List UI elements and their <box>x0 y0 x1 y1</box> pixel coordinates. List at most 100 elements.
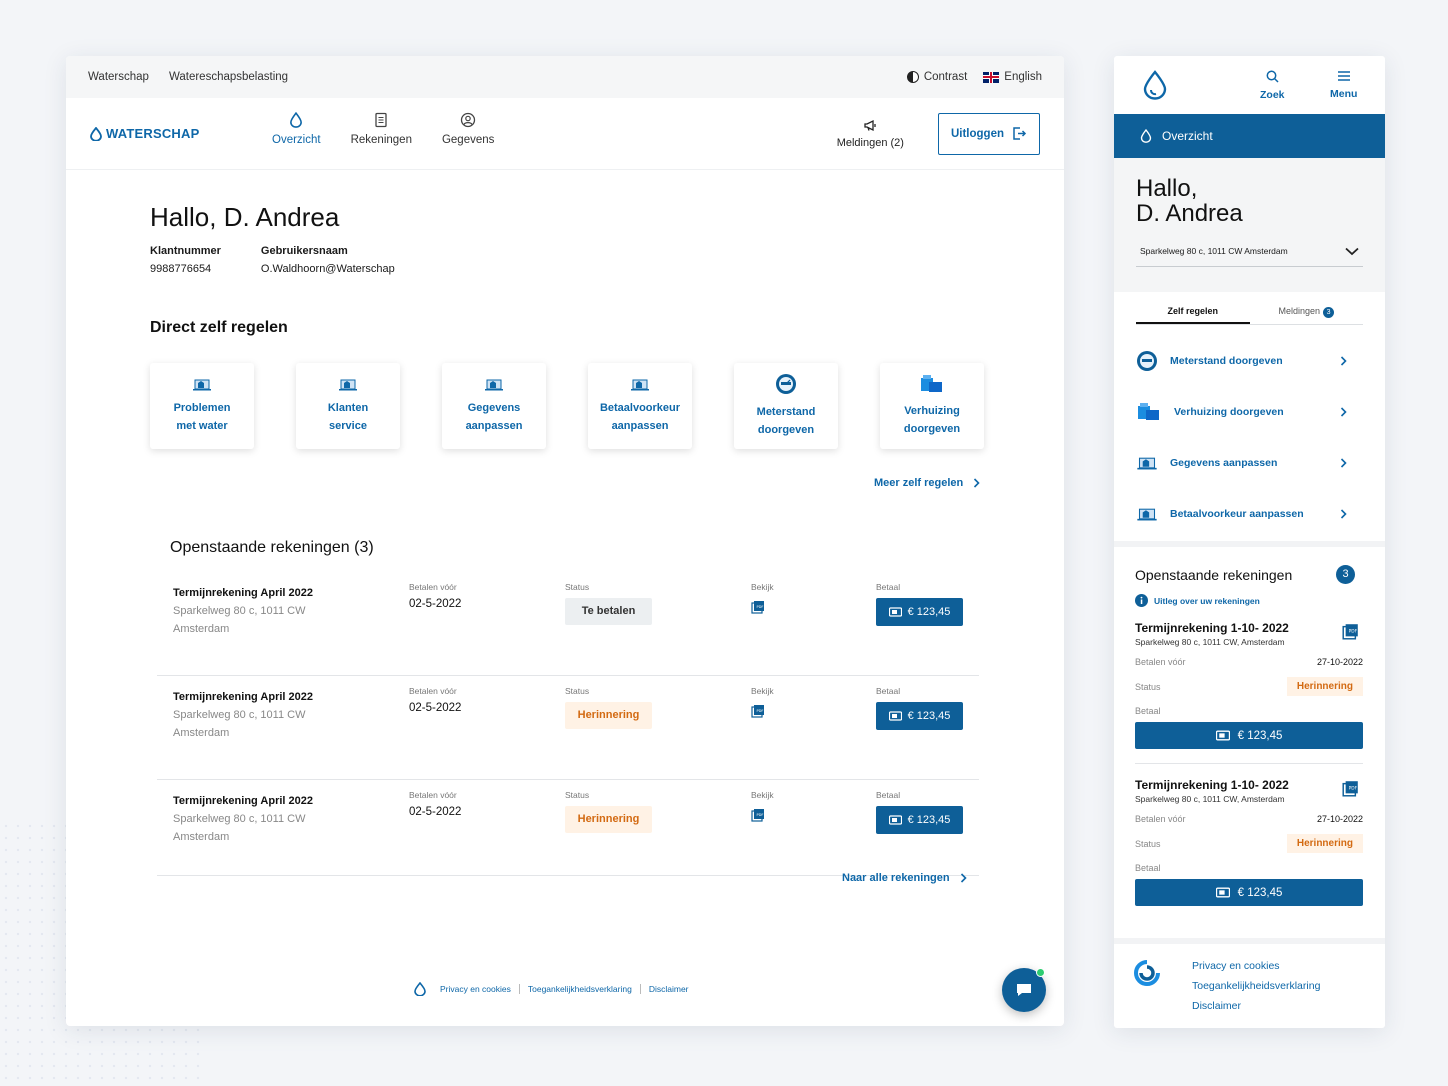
wallet-icon <box>888 711 902 721</box>
pdf-icon[interactable]: PDF <box>751 704 765 718</box>
nav-tab-overzicht[interactable]: Overzicht <box>272 112 321 146</box>
divider <box>639 984 641 994</box>
logout-button[interactable]: Uitloggen <box>937 112 1040 155</box>
divider <box>518 984 520 994</box>
nav-tab-gegevens[interactable]: Gegevens <box>442 112 494 146</box>
invoice-name: Termijnrekening April 2022 <box>173 691 313 703</box>
house-icon <box>1137 457 1157 470</box>
invoice-address: Sparkelweg 80 c, 1011 CW, Amsterdam <box>1135 637 1285 647</box>
house-icon <box>339 379 357 391</box>
info-icon <box>1135 594 1148 607</box>
topbar-link-waterschap[interactable]: Waterschap <box>88 71 149 83</box>
invoice-row: Termijnrekening April 2022 Sparkelweg 80… <box>157 780 979 876</box>
tab-zelf-regelen[interactable]: Zelf regelen <box>1136 306 1250 324</box>
mobile-tabs: Zelf regelen Meldingen 3 <box>1136 306 1363 325</box>
main-navbar: WATERSCHAP Overzicht Rekeningen Gegevens… <box>66 98 1064 170</box>
chat-icon <box>1017 984 1031 996</box>
footer-link-accessibility[interactable]: Toegankelijkheidsverklaring <box>528 984 632 994</box>
house-icon <box>485 379 503 391</box>
invoice-due-date: 27-10-2022 <box>1316 814 1363 824</box>
pay-button[interactable]: € 123,45 <box>876 598 963 626</box>
tile-gegevens[interactable]: Gegevens aanpassen <box>442 363 546 449</box>
tab-meldingen[interactable]: Meldingen 3 <box>1250 306 1364 324</box>
invoice-card: Termijnrekening 1-10- 2022 Sparkelweg 80… <box>1135 778 1363 920</box>
svg-text:PDF: PDF <box>757 709 764 713</box>
tile-klantenservice[interactable]: Klanten service <box>296 363 400 449</box>
meter-icon <box>776 374 796 394</box>
invoice-count-badge: 3 <box>1336 565 1355 584</box>
drop-icon <box>1140 129 1152 143</box>
user-icon <box>461 112 476 128</box>
more-self-service-link[interactable]: Meer zelf regelen <box>874 477 980 489</box>
hamburger-icon <box>1337 71 1350 81</box>
notifications-button[interactable]: Meldingen (2) <box>837 119 904 149</box>
address-select[interactable]: Sparkelweg 80 c, 1011 CW Amsterdam <box>1136 242 1363 267</box>
pay-button[interactable]: € 123,45 <box>1135 722 1363 749</box>
tile-verhuizing[interactable]: Verhuizing doorgeven <box>880 363 984 449</box>
action-verhuizing[interactable]: Verhuizing doorgeven <box>1136 386 1363 437</box>
svg-text:PDF: PDF <box>757 605 764 609</box>
tile-meterstand[interactable]: Meterstand doorgeven <box>734 363 838 449</box>
customer-meta: Klantnummer 9988776654 Gebruikersnaam O.… <box>150 245 1064 275</box>
svg-text:PDF: PDF <box>757 813 764 817</box>
action-betaalvoorkeur[interactable]: Betaalvoorkeur aanpassen <box>1136 488 1363 539</box>
status-badge: Herinnering <box>1286 834 1363 853</box>
drop-logo-icon[interactable] <box>1142 70 1168 100</box>
topbar-link-belasting[interactable]: Watereschapsbelasting <box>169 71 288 83</box>
tile-problemen[interactable]: Problemen met water <box>150 363 254 449</box>
chevron-down-icon <box>1345 247 1359 255</box>
invoice-name: Termijnrekening 1-10- 2022 <box>1135 621 1289 635</box>
invoice-card: Termijnrekening 1-10- 2022 Sparkelweg 80… <box>1135 621 1363 764</box>
customer-number-label: Klantnummer <box>150 245 221 257</box>
contrast-toggle[interactable]: Contrast <box>906 71 967 83</box>
drop-icon <box>290 112 303 128</box>
all-invoices-link[interactable]: Naar alle rekeningen <box>842 872 967 884</box>
footer-link-accessibility[interactable]: Toegankelijkheidsverklaring <box>1192 980 1320 992</box>
footer-link-privacy[interactable]: Privacy en cookies <box>1192 960 1320 972</box>
footer-link-disclaimer[interactable]: Disclaimer <box>1192 1000 1320 1012</box>
house-icon <box>631 379 649 391</box>
explain-invoices-link[interactable]: Uitleg over uw rekeningen <box>1135 594 1363 607</box>
pdf-icon[interactable]: PDF <box>751 600 765 614</box>
nav-tab-rekeningen[interactable]: Rekeningen <box>351 112 412 146</box>
chat-button[interactable] <box>1002 968 1046 1012</box>
meter-icon <box>1137 350 1157 371</box>
language-switch[interactable]: English <box>983 71 1042 83</box>
moving-box-icon <box>921 375 942 392</box>
username: O.Waldhoorn@Waterschap <box>260 263 395 275</box>
invoice-address: Sparkelweg 80 c, 1011 CW Amsterdam <box>173 709 306 739</box>
footer-link-privacy[interactable]: Privacy en cookies <box>440 984 511 994</box>
main-content: Hallo, D. Andrea Klantnummer 9988776654 … <box>66 170 1064 449</box>
action-gegevens[interactable]: Gegevens aanpassen <box>1136 437 1363 488</box>
chevron-right-icon <box>1340 355 1347 366</box>
invoice-due-date: 02-5-2022 <box>409 806 462 818</box>
tile-betaalvoorkeur[interactable]: Betaalvoorkeur aanpassen <box>588 363 692 449</box>
brand-logo[interactable]: WATERSCHAP <box>90 126 199 141</box>
pdf-icon[interactable]: PDF <box>1342 780 1359 797</box>
house-icon <box>193 379 211 391</box>
invoice-address: Sparkelweg 80 c, 1011 CW Amsterdam <box>173 813 306 843</box>
drop-logo-icon <box>90 126 102 141</box>
search-button[interactable]: Zoek <box>1260 70 1285 101</box>
pay-button[interactable]: € 123,45 <box>876 702 963 730</box>
invoice-row: Termijnrekening April 2022 Sparkelweg 80… <box>157 572 979 676</box>
status-badge: Te betalen <box>565 598 652 625</box>
chevron-right-icon <box>974 478 980 488</box>
status-badge: Herinnering <box>565 806 652 833</box>
wallet-icon <box>888 607 902 617</box>
footer-link-disclaimer[interactable]: Disclaimer <box>649 984 689 994</box>
svg-text:PDF: PDF <box>1349 629 1358 635</box>
swirl-logo-icon <box>1134 960 1160 986</box>
invoice-due-date: 27-10-2022 <box>1316 657 1363 667</box>
pay-button[interactable]: € 123,45 <box>876 806 963 834</box>
open-invoices-title: Openstaande rekeningen <box>1135 566 1293 583</box>
logout-icon <box>1013 127 1027 140</box>
active-section-bar[interactable]: Overzicht <box>1114 114 1385 158</box>
pdf-icon[interactable]: PDF <box>751 808 765 822</box>
wallet-icon <box>1215 887 1230 898</box>
mobile-header: Zoek Menu <box>1114 56 1385 114</box>
menu-button[interactable]: Menu <box>1330 70 1357 100</box>
pdf-icon[interactable]: PDF <box>1342 623 1359 640</box>
action-meterstand[interactable]: Meterstand doorgeven <box>1136 335 1363 386</box>
pay-button[interactable]: € 123,45 <box>1135 879 1363 906</box>
